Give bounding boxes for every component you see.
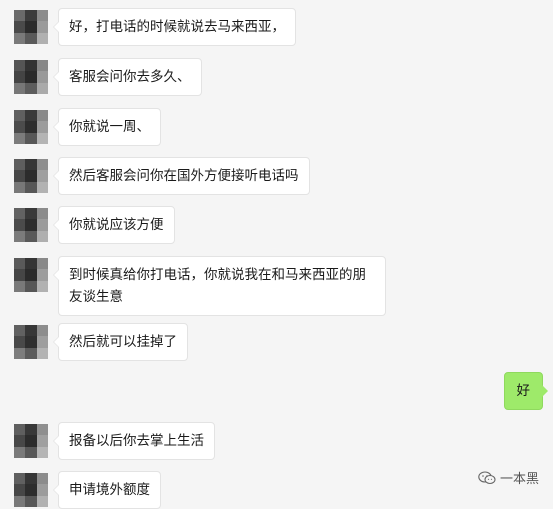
- chat-message-list[interactable]: 好，打电话的时候就说去马来西亚， 客服会问你去多久、 你就说一周、 然后客服会问…: [0, 0, 553, 509]
- avatar[interactable]: [14, 208, 48, 242]
- message-bubble[interactable]: 然后客服会问你在国外方便接听电话吗: [53, 157, 310, 195]
- wechat-icon: [478, 470, 496, 484]
- message-bubble[interactable]: 好，打电话的时候就说去马来西亚，: [53, 8, 296, 46]
- avatar[interactable]: [14, 258, 48, 292]
- watermark-text: 一本黑: [499, 472, 539, 487]
- message-bubble[interactable]: 你就说一周、: [53, 108, 161, 146]
- avatar[interactable]: [14, 60, 48, 94]
- watermark: 一本黑: [478, 468, 539, 487]
- avatar[interactable]: [14, 325, 48, 359]
- sent-message-bubble[interactable]: 好: [503, 372, 548, 410]
- avatar[interactable]: [14, 10, 48, 44]
- message-bubble[interactable]: 客服会问你去多久、: [53, 58, 202, 96]
- avatar[interactable]: [14, 110, 48, 144]
- message-bubble[interactable]: 然后就可以挂掉了: [53, 323, 188, 361]
- avatar[interactable]: [14, 159, 48, 193]
- message-bubble[interactable]: 你就说应该方便: [53, 206, 175, 244]
- avatar[interactable]: [14, 424, 48, 458]
- avatar[interactable]: [14, 473, 48, 507]
- message-bubble[interactable]: 申请境外额度: [53, 471, 161, 509]
- message-bubble[interactable]: 到时候真给你打电话，你就说我在和马来西亚的朋友谈生意: [53, 256, 386, 316]
- message-bubble[interactable]: 报备以后你去掌上生活: [53, 422, 215, 460]
